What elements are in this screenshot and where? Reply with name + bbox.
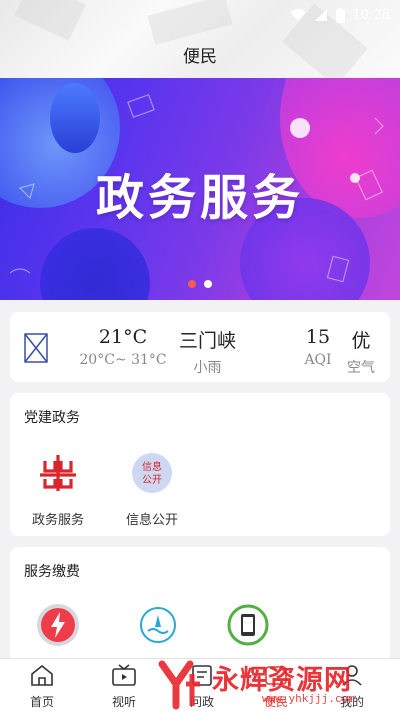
nav-label: 问政 — [189, 695, 214, 709]
signal-icon — [314, 9, 327, 21]
home-icon — [31, 664, 53, 686]
water-icon — [140, 607, 176, 643]
government-logo-icon — [40, 455, 76, 491]
weather-card[interactable]: 21°C 20°C~ 31°C 三门峡 小雨 15 AQI 优 空气 — [10, 312, 390, 382]
weather-missing-image-icon — [24, 333, 48, 363]
status-bar: 10:28 — [290, 6, 390, 24]
nav-label: 便民 — [263, 695, 288, 709]
aqi-label: AQI — [304, 352, 332, 368]
aqi-value: 15 — [305, 326, 331, 348]
carousel-indicator — [0, 280, 400, 288]
party-government-section: 党建政务 政务服务 信息 公开 信息公开 — [10, 393, 390, 536]
nav-label: 首页 — [29, 695, 54, 709]
phone-icon — [227, 604, 269, 646]
air-quality: 优 — [351, 330, 371, 352]
profile-icon — [342, 665, 362, 686]
info-public-icon: 信息 公开 — [132, 453, 172, 493]
weather-city: 三门峡 — [178, 330, 236, 352]
grid-item-electricity[interactable] — [13, 603, 103, 651]
weather-condition: 小雨 — [193, 360, 222, 376]
tv-icon — [112, 664, 136, 686]
info-icon-text-2: 公开 — [142, 475, 162, 486]
service-icon — [265, 666, 287, 685]
wifi-icon — [290, 9, 306, 21]
info-icon-text-1: 信息 — [142, 460, 162, 473]
nav-label: 我的 — [339, 695, 364, 709]
grid-label: 信息公开 — [125, 513, 178, 528]
grid-item-info-public[interactable]: 信息 公开 信息公开 — [107, 451, 197, 528]
carousel-dot-1[interactable] — [188, 280, 196, 288]
air-quality-label: 空气 — [347, 360, 375, 376]
nav-item-ask[interactable]: 问政 — [172, 663, 232, 710]
nav-item-home[interactable]: 首页 — [12, 663, 72, 710]
bottom-nav: 首页 视听 问政 便民 我的 — [0, 658, 400, 711]
header: 10:28 便民 — [0, 0, 400, 78]
nav-item-video[interactable]: 视听 — [94, 663, 154, 710]
status-time: 10:28 — [352, 7, 390, 23]
section-title-party: 党建政务 — [24, 410, 80, 426]
battery-icon — [335, 7, 345, 23]
banner-carousel[interactable]: 政务服务 — [0, 78, 400, 300]
page-title: 便民 — [183, 47, 217, 67]
ask-icon — [192, 665, 212, 686]
section-title-fees: 服务缴费 — [24, 564, 80, 580]
nav-label: 视听 — [111, 695, 136, 709]
grid-item-government-service[interactable]: 政务服务 — [13, 451, 103, 528]
grid-label: 政务服务 — [31, 513, 84, 528]
electricity-icon — [37, 604, 79, 646]
grid-item-phone[interactable] — [203, 603, 293, 651]
carousel-dot-2[interactable] — [204, 280, 212, 288]
grid-item-water[interactable] — [113, 603, 203, 651]
service-fees-section: 服务缴费 — [10, 547, 390, 667]
banner-headline: 政务服务 — [95, 170, 304, 226]
nav-item-profile[interactable]: 我的 — [322, 663, 382, 710]
nav-item-service[interactable]: 便民 — [246, 663, 306, 710]
